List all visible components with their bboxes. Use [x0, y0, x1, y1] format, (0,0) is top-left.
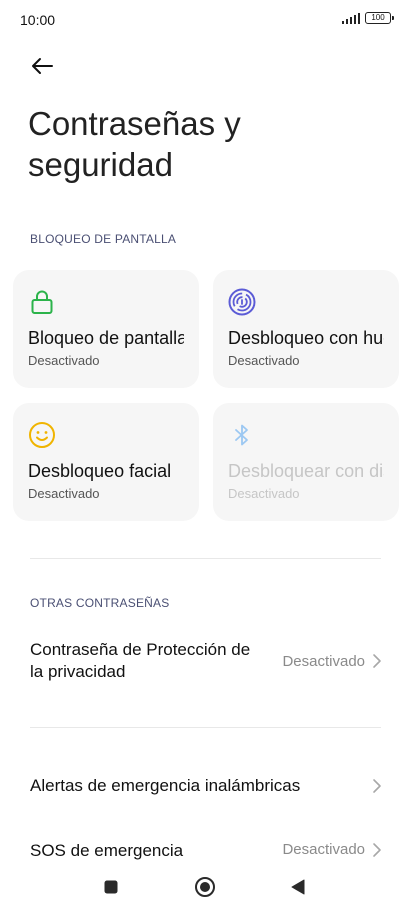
card-fingerprint-unlock[interactable]: Desbloqueo con huella Desactivado: [213, 270, 399, 388]
recents-button-icon[interactable]: [104, 880, 118, 894]
chevron-right-icon: [373, 654, 381, 668]
divider: [30, 727, 381, 728]
row-title: SOS de emergencia: [30, 841, 184, 860]
status-time: 10:00: [20, 12, 56, 28]
card-face-unlock[interactable]: Desbloqueo facial Desactivado: [13, 403, 199, 521]
row-emergency-sos[interactable]: SOS de emergencia Desactivado: [0, 828, 411, 868]
home-button-icon[interactable]: [194, 876, 216, 898]
card-title: Desbloqueo con huella: [228, 328, 384, 348]
row-privacy-password[interactable]: Contraseña de Protección de la privacida…: [0, 630, 411, 696]
battery-level: 100: [371, 13, 385, 22]
signal-icon: [341, 12, 360, 24]
card-title: Bloqueo de pantalla: [28, 328, 184, 348]
row-value: Desactivado: [282, 841, 365, 858]
card-status: Desactivado: [28, 486, 100, 501]
navigation-bar: [0, 866, 411, 914]
section-label-screen-lock: BLOQUEO DE PANTALLA: [30, 232, 177, 246]
row-title: Contraseña de Protección de la privacida…: [30, 640, 251, 681]
battery-icon: 100: [365, 12, 394, 24]
status-bar: 10:00 100: [0, 0, 411, 40]
bluetooth-icon: [235, 424, 248, 446]
card-screen-lock[interactable]: Bloqueo de pantalla Desactivado: [13, 270, 199, 388]
card-status: Desactivado: [28, 353, 100, 368]
card-status: Desactivado: [228, 353, 300, 368]
card-title: Desbloqueo facial: [28, 461, 172, 481]
card-status: Desactivado: [228, 486, 300, 501]
face-icon: [29, 422, 55, 448]
back-arrow-icon[interactable]: [28, 52, 56, 80]
chevron-right-icon: [373, 843, 381, 857]
row-value: Desactivado: [282, 653, 365, 670]
divider: [30, 558, 381, 559]
back-button-icon[interactable]: [290, 879, 306, 895]
fingerprint-icon: [228, 288, 256, 316]
section-label-other-passwords: OTRAS CONTRASEÑAS: [30, 596, 170, 610]
lock-icon: [31, 290, 53, 314]
page-title: Contraseñas y seguridad: [28, 105, 241, 183]
card-title: Desbloquear con dispositivo Bluetooth: [228, 461, 384, 481]
row-emergency-alerts[interactable]: Alertas de emergencia inalámbricas: [0, 764, 411, 808]
card-bluetooth-unlock: Desbloquear con dispositivo Bluetooth De…: [213, 403, 399, 521]
chevron-right-icon: [373, 779, 381, 793]
status-icons: 100: [341, 12, 394, 24]
row-title: Alertas de emergencia inalámbricas: [30, 776, 301, 795]
